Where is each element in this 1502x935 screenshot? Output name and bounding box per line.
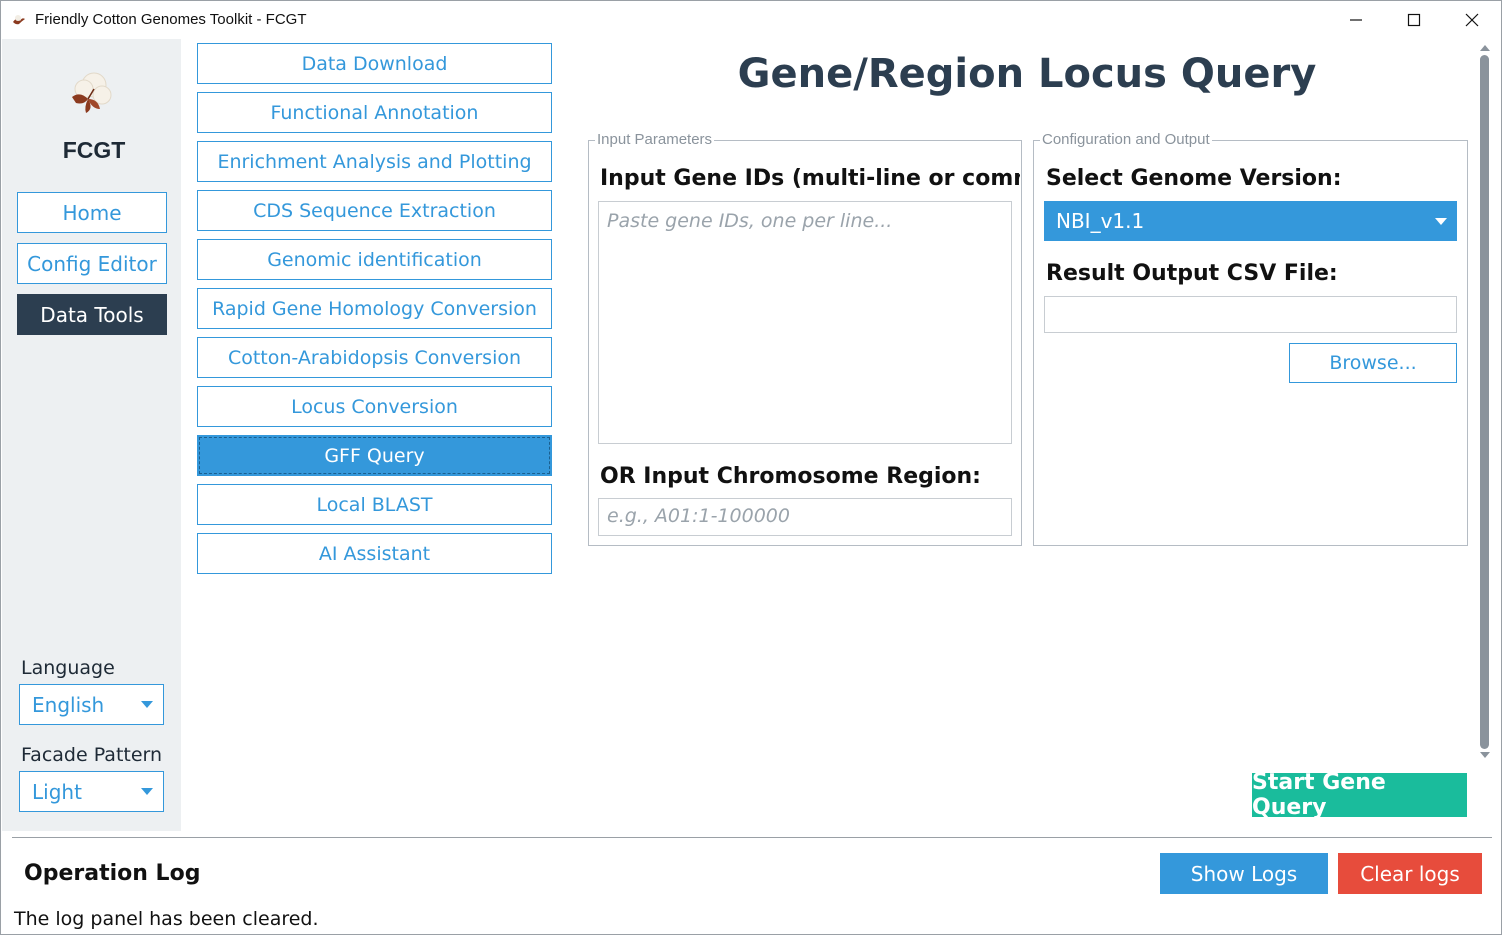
tool-enrichment-analysis[interactable]: Enrichment Analysis and Plotting (197, 141, 552, 182)
sidebar: FCGT Home Config Editor Data Tools Langu… (2, 39, 181, 831)
app-window: Friendly Cotton Genomes Toolkit - FCGT F… (0, 0, 1502, 935)
nav-home-button[interactable]: Home (17, 192, 167, 233)
language-value: English (32, 692, 105, 717)
chevron-down-icon (141, 701, 153, 708)
input-parameters-group: Input Parameters Input Gene IDs (multi-l… (588, 131, 1022, 546)
output-csv-label: Result Output CSV File: (1046, 261, 1338, 286)
log-divider (12, 837, 1492, 838)
language-label: Language (21, 657, 115, 679)
title-bar: Friendly Cotton Genomes Toolkit - FCGT (1, 1, 1501, 39)
nav-config-editor-button[interactable]: Config Editor (17, 243, 167, 284)
window-title: Friendly Cotton Genomes Toolkit - FCGT (35, 11, 307, 28)
start-gene-query-button[interactable]: Start Gene Query (1252, 770, 1467, 820)
tool-functional-annotation[interactable]: Functional Annotation (197, 92, 552, 133)
tool-local-blast[interactable]: Local BLAST (197, 484, 552, 525)
configuration-output-legend: Configuration and Output (1040, 131, 1212, 148)
tool-ai-assistant[interactable]: AI Assistant (197, 533, 552, 574)
facade-pattern-select[interactable]: Light (19, 771, 164, 812)
chevron-down-icon (141, 788, 153, 795)
main-scrollbar[interactable] (1477, 39, 1493, 765)
maximize-button[interactable] (1385, 1, 1443, 39)
gene-ids-textarea[interactable]: Paste gene IDs, one per line... (598, 201, 1012, 444)
cotton-app-icon (13, 15, 25, 25)
chromosome-region-label: OR Input Chromosome Region: (600, 464, 981, 489)
operation-log-title: Operation Log (24, 861, 201, 886)
log-message: The log panel has been cleared. (14, 908, 319, 930)
tool-gff-query[interactable]: GFF Query (197, 435, 552, 476)
page-title: Gene/Region Locus Query (737, 51, 1317, 97)
language-select[interactable]: English (19, 684, 164, 725)
tool-data-download[interactable]: Data Download (197, 43, 552, 84)
facade-pattern-label: Facade Pattern (21, 744, 163, 766)
genome-version-value: NBI_v1.1 (1056, 209, 1145, 233)
scroll-up-icon[interactable] (1480, 45, 1490, 51)
minimize-icon (1350, 19, 1362, 21)
browse-button[interactable]: Browse... (1289, 343, 1457, 383)
facade-pattern-value: Light (32, 779, 82, 804)
genome-version-label: Select Genome Version: (1046, 166, 1342, 191)
close-button[interactable] (1443, 1, 1501, 39)
tool-locus-conversion[interactable]: Locus Conversion (197, 386, 552, 427)
brand-name: FCGT (62, 137, 126, 163)
configuration-output-group: Configuration and Output Select Genome V… (1033, 131, 1468, 546)
scroll-thumb[interactable] (1480, 55, 1489, 749)
tool-cds-sequence-extraction[interactable]: CDS Sequence Extraction (197, 190, 552, 231)
show-logs-button[interactable]: Show Logs (1160, 853, 1328, 894)
tool-cotton-arabidopsis[interactable]: Cotton-Arabidopsis Conversion (197, 337, 552, 378)
close-icon (1465, 13, 1479, 27)
tool-rapid-gene-homology[interactable]: Rapid Gene Homology Conversion (197, 288, 552, 329)
nav-data-tools-button[interactable]: Data Tools (17, 294, 167, 335)
maximize-icon (1407, 13, 1421, 27)
genome-version-select[interactable]: NBI_v1.1 (1044, 201, 1457, 241)
gene-ids-label: Input Gene IDs (multi-line or comma (600, 166, 1020, 191)
chromosome-region-input[interactable]: e.g., A01:1-100000 (598, 498, 1012, 536)
minimize-button[interactable] (1327, 1, 1385, 39)
chevron-down-icon (1435, 218, 1447, 225)
cotton-logo-icon (72, 72, 112, 113)
input-parameters-legend: Input Parameters (595, 131, 715, 148)
tool-genomic-identification[interactable]: Genomic identification (197, 239, 552, 280)
clear-logs-button[interactable]: Clear logs (1338, 853, 1482, 894)
output-csv-input[interactable] (1044, 296, 1457, 333)
scroll-down-icon[interactable] (1480, 752, 1490, 758)
